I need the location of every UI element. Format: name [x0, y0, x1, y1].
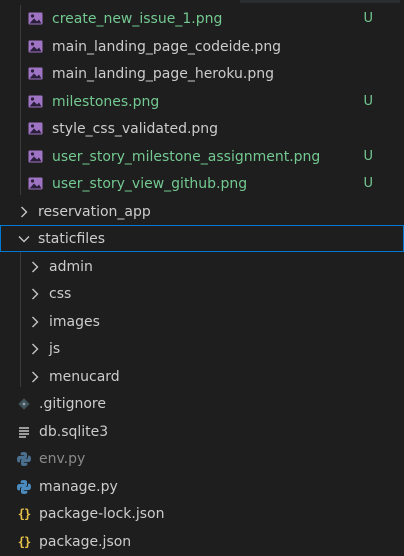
folder-label: menucard [49, 368, 120, 385]
python-icon [15, 450, 33, 468]
folder-css[interactable]: css [0, 280, 404, 307]
chevron-right-icon [28, 369, 42, 385]
file-label: main_landing_page_codeide.png [52, 38, 282, 55]
file-label: .gitignore [39, 395, 106, 412]
file-row-gitignore[interactable]: .gitignore [0, 390, 404, 417]
folder-admin[interactable]: admin [0, 253, 404, 280]
git-untracked-badge: U [363, 11, 373, 26]
folder-label: css [49, 285, 72, 302]
file-row[interactable]: create_new_issue_1.png U [0, 5, 404, 32]
folder-reservation-app[interactable]: reservation_app [0, 198, 404, 225]
file-label: main_landing_page_heroku.png [52, 65, 274, 82]
file-label: manage.py [39, 478, 118, 495]
folder-label: staticfiles [38, 230, 106, 247]
folder-js[interactable]: js [0, 335, 404, 362]
file-row[interactable]: main_landing_page_heroku.png [0, 60, 404, 87]
folder-menucard[interactable]: menucard [0, 363, 404, 390]
file-row-package-lock[interactable]: {} package-lock.json [0, 500, 404, 527]
chevron-right-icon [28, 341, 42, 357]
file-row[interactable]: main_landing_page_codeide.png [0, 33, 404, 60]
file-label: package-lock.json [39, 505, 165, 522]
git-untracked-badge: U [363, 176, 373, 191]
chevron-down-icon [17, 231, 31, 247]
file-row[interactable]: milestones.png U [0, 88, 404, 115]
file-label: create_new_issue_1.png [52, 10, 223, 27]
image-icon [26, 120, 44, 138]
folder-staticfiles[interactable]: staticfiles [0, 225, 404, 252]
image-icon [26, 38, 44, 56]
git-diamond-icon [15, 395, 33, 413]
text-lines-icon [15, 423, 33, 441]
file-label: user_story_milestone_assignment.png [52, 148, 321, 165]
json-braces-icon: {} [17, 506, 31, 521]
file-label: user_story_view_github.png [52, 175, 248, 192]
image-icon [26, 10, 44, 28]
file-row-db[interactable]: db.sqlite3 [0, 418, 404, 445]
file-label: milestones.png [52, 93, 160, 110]
folder-label: admin [49, 258, 93, 275]
file-row-package[interactable]: {} package.json [0, 528, 404, 555]
file-row[interactable]: user_story_milestone_assignment.png U [0, 143, 404, 170]
file-label: style_css_validated.png [52, 120, 219, 137]
file-label: env.py [39, 450, 86, 467]
file-row-env[interactable]: env.py [0, 445, 404, 472]
json-braces-icon: {} [17, 534, 31, 549]
file-explorer: create_new_issue_1.png U main_landing_pa… [0, 0, 404, 556]
folder-label: reservation_app [38, 203, 151, 220]
git-untracked-badge: U [363, 94, 373, 109]
folder-label: images [49, 313, 100, 330]
python-icon [15, 478, 33, 496]
image-icon [26, 93, 44, 111]
file-row[interactable]: style_css_validated.png [0, 115, 404, 142]
scrolled-row-fragment [240, 0, 400, 3]
chevron-right-icon [28, 314, 42, 330]
image-icon [26, 175, 44, 193]
image-icon [26, 65, 44, 83]
file-row[interactable]: user_story_view_github.png U [0, 170, 404, 197]
folder-label: js [49, 340, 61, 357]
chevron-right-icon [17, 204, 31, 220]
chevron-right-icon [28, 286, 42, 302]
file-row-manage[interactable]: manage.py [0, 473, 404, 500]
folder-images[interactable]: images [0, 308, 404, 335]
file-label: package.json [39, 533, 132, 550]
git-untracked-badge: U [363, 149, 373, 164]
file-label: db.sqlite3 [39, 423, 109, 440]
chevron-right-icon [28, 259, 42, 275]
image-icon [26, 148, 44, 166]
